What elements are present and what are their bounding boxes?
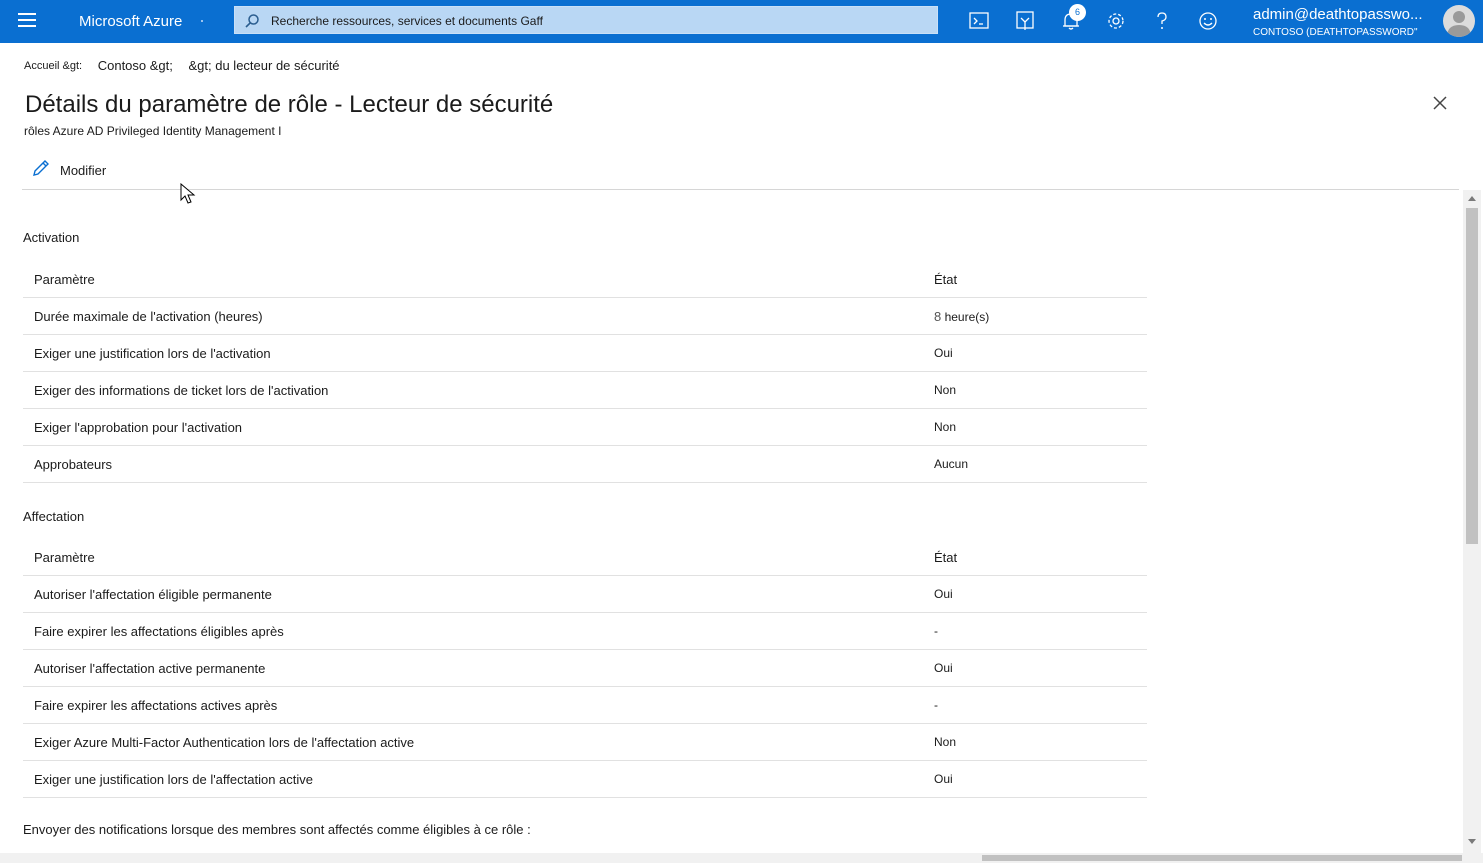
scroll-down-icon[interactable] bbox=[1468, 839, 1476, 844]
cloud-shell-icon[interactable] bbox=[968, 10, 990, 32]
activation-table: Paramètre État Durée maximale de l'activ… bbox=[23, 261, 1147, 483]
table-row: Durée maximale de l'activation (heures) … bbox=[23, 298, 1147, 335]
row-parameter: Faire expirer les affectations actives a… bbox=[34, 698, 278, 713]
row-state: - bbox=[934, 624, 938, 638]
table-header-row: Paramètre État bbox=[23, 539, 1147, 576]
row-parameter: Autoriser l'affectation éligible permane… bbox=[34, 587, 272, 602]
brand-separator bbox=[201, 20, 203, 22]
assignment-table: Paramètre État Autoriser l'affectation é… bbox=[23, 539, 1147, 798]
brand-label[interactable]: Microsoft Azure bbox=[79, 13, 182, 30]
row-number: 8 bbox=[934, 309, 942, 324]
account-tenant: CONTOSO (DEATHTOPASSWORD" bbox=[1253, 27, 1418, 38]
mouse-pointer-icon bbox=[180, 182, 196, 210]
horizontal-scroll-thumb[interactable] bbox=[982, 855, 1462, 861]
page-subtitle: rôles Azure AD Privileged Identity Manag… bbox=[24, 124, 282, 138]
row-parameter: Autoriser l'affectation active permanent… bbox=[34, 661, 266, 676]
breadcrumb-current: &gt; du lecteur de sécurité bbox=[188, 58, 340, 73]
row-state: Oui bbox=[934, 346, 953, 360]
global-search-box[interactable] bbox=[234, 6, 938, 35]
help-icon[interactable] bbox=[1151, 10, 1173, 32]
close-icon[interactable] bbox=[1431, 94, 1449, 112]
vertical-scrollbar[interactable] bbox=[1463, 190, 1481, 853]
row-state: Non bbox=[934, 383, 957, 397]
row-state: Oui bbox=[934, 587, 953, 601]
activation-section-title: Activation bbox=[23, 230, 80, 245]
row-parameter: Exiger une justification lors de l'affec… bbox=[34, 772, 314, 787]
feedback-icon[interactable] bbox=[1197, 10, 1219, 32]
table-row: Exiger une justification lors de l'activ… bbox=[23, 335, 1147, 372]
assignment-section-title: Affectation bbox=[23, 509, 85, 524]
vertical-scroll-thumb[interactable] bbox=[1466, 208, 1478, 544]
row-state: - bbox=[934, 698, 938, 712]
search-icon bbox=[244, 13, 260, 34]
row-parameter: Exiger des informations de ticket lors d… bbox=[34, 383, 329, 398]
table-row: Exiger une justification lors de l'affec… bbox=[23, 761, 1147, 798]
column-header-state: État bbox=[934, 550, 958, 565]
toolbar-divider bbox=[22, 189, 1459, 190]
search-input[interactable] bbox=[269, 7, 933, 35]
table-row: Exiger Azure Multi-Factor Authentication… bbox=[23, 724, 1147, 761]
breadcrumb-contoso-link[interactable]: Contoso &gt; bbox=[98, 58, 173, 73]
row-state: Aucun bbox=[934, 457, 969, 471]
page-title: Détails du paramètre de rôle - Lecteur d… bbox=[25, 91, 554, 118]
row-parameter: Exiger l'approbation pour l'activation bbox=[34, 420, 243, 435]
row-state: Non bbox=[934, 420, 957, 434]
table-row: Faire expirer les affectations actives a… bbox=[23, 687, 1147, 724]
row-state: Oui bbox=[934, 661, 953, 675]
breadcrumb-home-link[interactable]: Accueil &gt: bbox=[24, 60, 82, 72]
column-header-state: État bbox=[934, 272, 958, 287]
account-username: admin@deathtopasswo... bbox=[1253, 6, 1423, 23]
top-navigation-bar: Microsoft Azure 6 admin@deathtopasswo...… bbox=[0, 0, 1483, 43]
account-menu[interactable]: admin@deathtopasswo... CONTOSO (DEATHTOP… bbox=[1253, 6, 1423, 38]
table-row: Exiger des informations de ticket lors d… bbox=[23, 372, 1147, 409]
table-row: Autoriser l'affectation active permanent… bbox=[23, 650, 1147, 687]
breadcrumb: Accueil &gt: Contoso &gt; &gt; du lecteu… bbox=[24, 58, 340, 73]
row-state: 8 heure(s) bbox=[934, 309, 989, 324]
row-parameter: Exiger Azure Multi-Factor Authentication… bbox=[34, 735, 415, 750]
table-row: Faire expirer les affectations éligibles… bbox=[23, 613, 1147, 650]
table-row: Exiger l'approbation pour l'activation N… bbox=[23, 409, 1147, 446]
settings-icon[interactable] bbox=[1105, 10, 1127, 32]
row-state: Oui bbox=[934, 772, 953, 786]
menu-icon[interactable] bbox=[18, 13, 36, 28]
table-row: Autoriser l'affectation éligible permane… bbox=[23, 576, 1147, 613]
edit-button[interactable]: Modifier bbox=[31, 159, 106, 181]
edit-button-label: Modifier bbox=[60, 162, 107, 178]
row-parameter: Faire expirer les affectations éligibles… bbox=[34, 624, 284, 639]
avatar[interactable] bbox=[1443, 5, 1475, 37]
row-parameter: Exiger une justification lors de l'activ… bbox=[34, 346, 271, 361]
row-state: Non bbox=[934, 735, 957, 749]
notification-count-badge: 6 bbox=[1069, 4, 1086, 21]
row-parameter: Approbateurs bbox=[34, 457, 113, 472]
row-parameter: Durée maximale de l'activation (heures) bbox=[34, 309, 263, 324]
column-header-parameter: Paramètre bbox=[34, 550, 95, 565]
table-row: Approbateurs Aucun bbox=[23, 446, 1147, 483]
column-header-parameter: Paramètre bbox=[34, 272, 95, 287]
horizontal-scrollbar[interactable] bbox=[0, 853, 1483, 863]
pencil-icon bbox=[31, 158, 51, 183]
notifications-heading: Envoyer des notifications lorsque des me… bbox=[23, 822, 531, 837]
scroll-up-icon[interactable] bbox=[1468, 196, 1476, 201]
row-unit: heure(s) bbox=[944, 310, 990, 324]
directory-filter-icon[interactable] bbox=[1014, 10, 1036, 32]
table-header-row: Paramètre État bbox=[23, 261, 1147, 298]
